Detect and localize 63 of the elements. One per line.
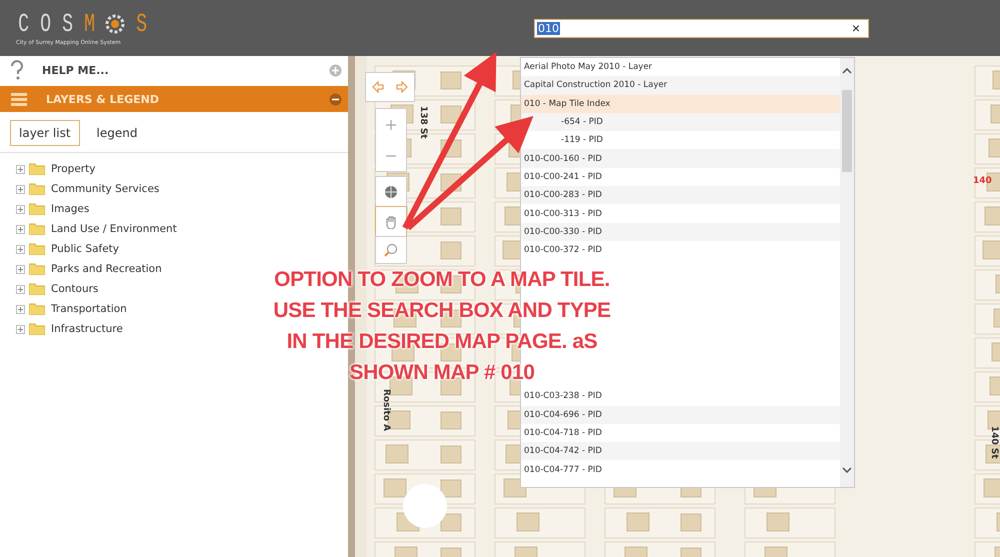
layer-name[interactable]: Land Use / Environment	[51, 223, 177, 235]
folder-icon	[29, 163, 45, 175]
tab[interactable]: layer list	[10, 120, 80, 146]
folder-icon	[29, 263, 45, 275]
folder-icon	[29, 303, 45, 315]
minus-circle-icon	[329, 92, 342, 106]
layer-name[interactable]: Images	[51, 203, 90, 215]
folder-icon	[29, 183, 45, 195]
logo-letter: M	[84, 10, 94, 38]
left-arrow-icon[interactable]	[372, 81, 384, 93]
folder-icon	[29, 283, 45, 295]
expand-icon[interactable]	[16, 224, 25, 234]
result-item[interactable]: 010-C00-283 - PID	[521, 186, 840, 204]
street-label: Rosito A	[381, 389, 391, 432]
chevron-down-icon[interactable]	[842, 467, 852, 473]
expand-icon[interactable]	[16, 204, 25, 214]
result-item[interactable]: Capital Construction 2010 - Layer	[521, 76, 840, 95]
right-arrow-icon[interactable]	[396, 81, 408, 93]
street-label: 140 St	[989, 426, 999, 459]
result-item[interactable]: 010-C04-742 - PID	[521, 442, 840, 460]
result-item[interactable]: -654 - PID	[521, 112, 840, 132]
hand-icon	[385, 215, 397, 229]
logo-letter: C	[18, 10, 28, 38]
magnifier-icon	[384, 243, 398, 257]
scrollbar-thumb[interactable]	[842, 90, 852, 172]
expand-icon[interactable]	[16, 264, 25, 274]
expand-icon[interactable]	[16, 324, 25, 334]
clear-button[interactable]: ×	[852, 20, 860, 36]
plus-icon	[386, 120, 396, 130]
folder-icon	[29, 323, 45, 335]
result-item[interactable]: 010-C00-160 - PID	[521, 149, 840, 168]
logo-letter: S	[136, 10, 146, 38]
result-item[interactable]: 010-C00-330 - PID	[521, 222, 840, 241]
layers-icon	[10, 91, 28, 107]
logo-letter: S	[62, 10, 72, 38]
layer-name[interactable]: Transportation	[51, 303, 127, 315]
layer-name[interactable]: Contours	[51, 283, 98, 295]
expand-icon[interactable]	[16, 244, 25, 254]
street-label: 138 St	[418, 106, 428, 139]
layer-name[interactable]: Parks and Recreation	[51, 263, 162, 275]
globe-icon	[384, 185, 398, 199]
result-item[interactable]: 010 - Map Tile Index	[521, 94, 840, 113]
expand-icon[interactable]	[16, 164, 25, 174]
result-item[interactable]: 010-C04-696 - PID	[521, 406, 840, 424]
layer-name[interactable]: Community Services	[51, 183, 160, 195]
expand-icon[interactable]	[16, 184, 25, 194]
annotation-text: SHOWN MAP # 010	[350, 360, 534, 386]
logo-letter: O	[40, 10, 50, 38]
plus-circle-icon	[329, 64, 342, 76]
folder-icon	[29, 243, 45, 255]
layer-name[interactable]: Property	[51, 163, 96, 175]
layer-name[interactable]: Infrastructure	[51, 323, 123, 335]
expand-icon[interactable]	[16, 304, 25, 314]
question-icon	[10, 60, 24, 80]
address-number: 140	[973, 176, 992, 186]
minus-icon	[386, 154, 396, 156]
gear-icon	[104, 13, 126, 35]
folder-icon	[29, 223, 45, 235]
expand-icon[interactable]	[16, 284, 25, 294]
layer-name[interactable]: Public Safety	[51, 243, 119, 255]
folder-icon	[29, 203, 45, 215]
chevron-up-icon[interactable]	[842, 68, 852, 74]
search-field[interactable]: 010 ×	[534, 18, 869, 38]
